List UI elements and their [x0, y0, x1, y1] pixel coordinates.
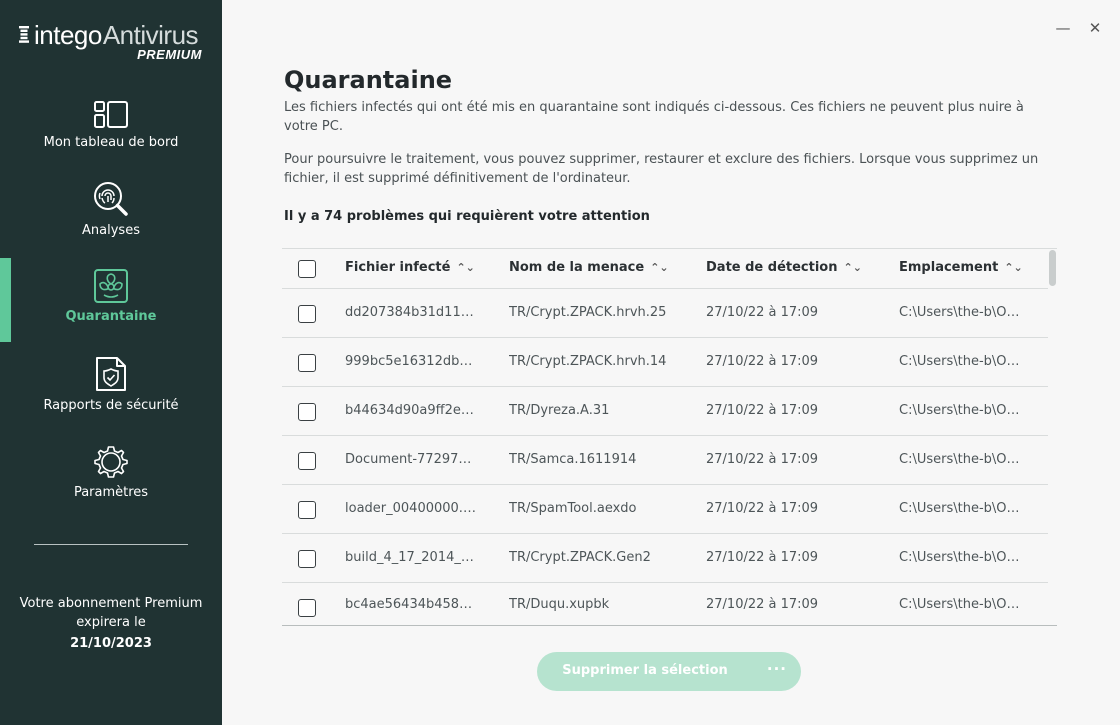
row-checkbox[interactable] — [298, 501, 316, 519]
fingerprint-search-icon — [94, 182, 128, 216]
column-header-file[interactable]: Fichier infecté ⌃⌄ — [345, 260, 475, 275]
cell-location: C:\Users\the-b\One... — [899, 597, 1027, 612]
cell-file: loader_00400000.E... — [345, 501, 477, 516]
scrollbar-thumb[interactable] — [1049, 250, 1056, 286]
more-options-button[interactable]: ··· — [767, 660, 787, 678]
cell-date: 27/10/22 à 17:09 — [706, 403, 819, 418]
quarantine-table: Fichier infecté ⌃⌄ Nom de la menace ⌃⌄ Dat… — [282, 248, 1057, 626]
sort-icon: ⌃⌄ — [843, 261, 862, 274]
row-checkbox[interactable] — [298, 452, 316, 470]
sidebar-item-quarantaine[interactable]: Quarantaine — [0, 269, 222, 324]
cell-date: 27/10/22 à 17:09 — [706, 501, 819, 516]
sort-icon: ⌃⌄ — [456, 261, 475, 274]
subscription-text: Votre abonnement Premium expirera le — [19, 596, 203, 630]
cell-location: C:\Users\the-b\One... — [899, 550, 1027, 565]
table-row[interactable]: dd207384b31d11874... TR/Crypt.ZPACK.hrvh… — [282, 289, 1048, 338]
table-scrollbar[interactable] — [1048, 248, 1057, 626]
page-description: Les fichiers infectés qui ont été mis en… — [284, 100, 1024, 134]
gear-icon — [94, 446, 128, 478]
intego-logo-icon — [19, 26, 29, 43]
table-row[interactable]: loader_00400000.E... TR/SpamTool.aexdo 2… — [282, 485, 1048, 534]
sidebar-divider — [34, 544, 188, 545]
sidebar-item-parametres[interactable]: Paramètres — [0, 445, 222, 500]
column-header-threat[interactable]: Nom de la menace ⌃⌄ — [509, 260, 669, 275]
row-checkbox[interactable] — [298, 550, 316, 568]
table-row[interactable]: 999bc5e16312db6ab... TR/Crypt.ZPACK.hrvh… — [282, 338, 1048, 387]
close-button[interactable]: ✕ — [1085, 18, 1105, 38]
cell-file: build_4_17_2014_id2... — [345, 550, 477, 565]
table-row[interactable]: build_4_17_2014_id2... TR/Crypt.ZPACK.Ge… — [282, 534, 1048, 583]
cell-location: C:\Users\the-b\One... — [899, 403, 1027, 418]
cell-threat: TR/SpamTool.aexdo — [509, 501, 637, 516]
delete-selection-button[interactable]: Supprimer la sélection ··· — [537, 652, 801, 691]
row-checkbox[interactable] — [298, 305, 316, 323]
cell-file: Document-772976_... — [345, 452, 477, 467]
cell-threat: TR/Crypt.ZPACK.hrvh.25 — [509, 305, 667, 320]
sidebar-item-label: Analyses — [82, 223, 140, 238]
cell-date: 27/10/22 à 17:09 — [706, 550, 819, 565]
table-row[interactable]: Document-772976_... TR/Samca.1611914 27/… — [282, 436, 1048, 485]
brand-name: intego — [34, 20, 102, 50]
product-name: Antivirus — [102, 20, 199, 50]
subscription-date: 21/10/2023 — [70, 636, 152, 651]
dashboard-icon — [94, 101, 128, 128]
sort-icon: ⌃⌄ — [650, 261, 669, 274]
delete-selection-label: Supprimer la sélection — [562, 663, 728, 678]
cell-file: bc4ae56434b45818f... — [345, 597, 477, 612]
cell-threat: TR/Duqu.xupbk — [509, 597, 610, 612]
cell-date: 27/10/22 à 17:09 — [706, 597, 819, 612]
sidebar-item-label: Mon tableau de bord — [43, 135, 179, 150]
product-tier: PREMIUM — [137, 47, 202, 62]
sidebar: intego Antivirus PREMIUM Mon tableau de … — [0, 0, 222, 725]
cell-file: b44634d90a9ff2ed8... — [345, 403, 477, 418]
cell-threat: TR/Crypt.ZPACK.Gen2 — [509, 550, 651, 565]
sidebar-item-label: Quarantaine — [65, 309, 157, 324]
minimize-button[interactable]: — — [1053, 18, 1073, 38]
table-row[interactable]: b44634d90a9ff2ed8... TR/Dyreza.A.31 27/1… — [282, 387, 1048, 436]
page-title: Quarantaine — [284, 66, 453, 94]
cell-file: dd207384b31d11874... — [345, 305, 477, 320]
table-row[interactable]: bc4ae56434b45818f... TR/Duqu.xupbk 27/10… — [282, 583, 1048, 625]
column-header-location[interactable]: Emplacement ⌃⌄ — [899, 260, 1023, 275]
app-logo: intego Antivirus PREMIUM — [18, 22, 204, 62]
row-checkbox[interactable] — [298, 599, 316, 617]
page-instructions: Pour poursuivre le traitement, vous pouv… — [284, 152, 1039, 186]
cell-location: C:\Users\the-b\One... — [899, 452, 1027, 467]
cell-threat: TR/Samca.1611914 — [509, 452, 637, 467]
cell-date: 27/10/22 à 17:09 — [706, 305, 819, 320]
cell-location: C:\Users\the-b\One... — [899, 354, 1027, 369]
issues-count-text: Il y a 74 problèmes qui requièrent votre… — [284, 209, 650, 224]
security-report-icon — [96, 357, 126, 391]
cell-date: 27/10/22 à 17:09 — [706, 452, 819, 467]
row-checkbox[interactable] — [298, 354, 316, 372]
select-all-checkbox[interactable] — [298, 260, 316, 278]
column-header-date[interactable]: Date de détection ⌃⌄ — [706, 260, 862, 275]
sidebar-item-rapports[interactable]: Rapports de sécurité — [0, 356, 222, 413]
cell-location: C:\Users\the-b\One... — [899, 305, 1027, 320]
quarantine-biohazard-icon — [94, 269, 128, 303]
row-checkbox[interactable] — [298, 403, 316, 421]
cell-threat: TR/Crypt.ZPACK.hrvh.14 — [509, 354, 667, 369]
sidebar-item-analyses[interactable]: Analyses — [0, 181, 222, 238]
table-header: Fichier infecté ⌃⌄ Nom de la menace ⌃⌄ Dat… — [282, 249, 1048, 289]
cell-location: C:\Users\the-b\One... — [899, 501, 1027, 516]
cell-file: 999bc5e16312db6ab... — [345, 354, 477, 369]
sidebar-item-dashboard[interactable]: Mon tableau de bord — [0, 101, 222, 150]
sort-icon: ⌃⌄ — [1004, 261, 1023, 274]
cell-threat: TR/Dyreza.A.31 — [509, 403, 610, 418]
sidebar-item-label: Paramètres — [73, 485, 149, 500]
cell-date: 27/10/22 à 17:09 — [706, 354, 819, 369]
sidebar-item-label: Rapports de sécurité — [43, 398, 179, 413]
